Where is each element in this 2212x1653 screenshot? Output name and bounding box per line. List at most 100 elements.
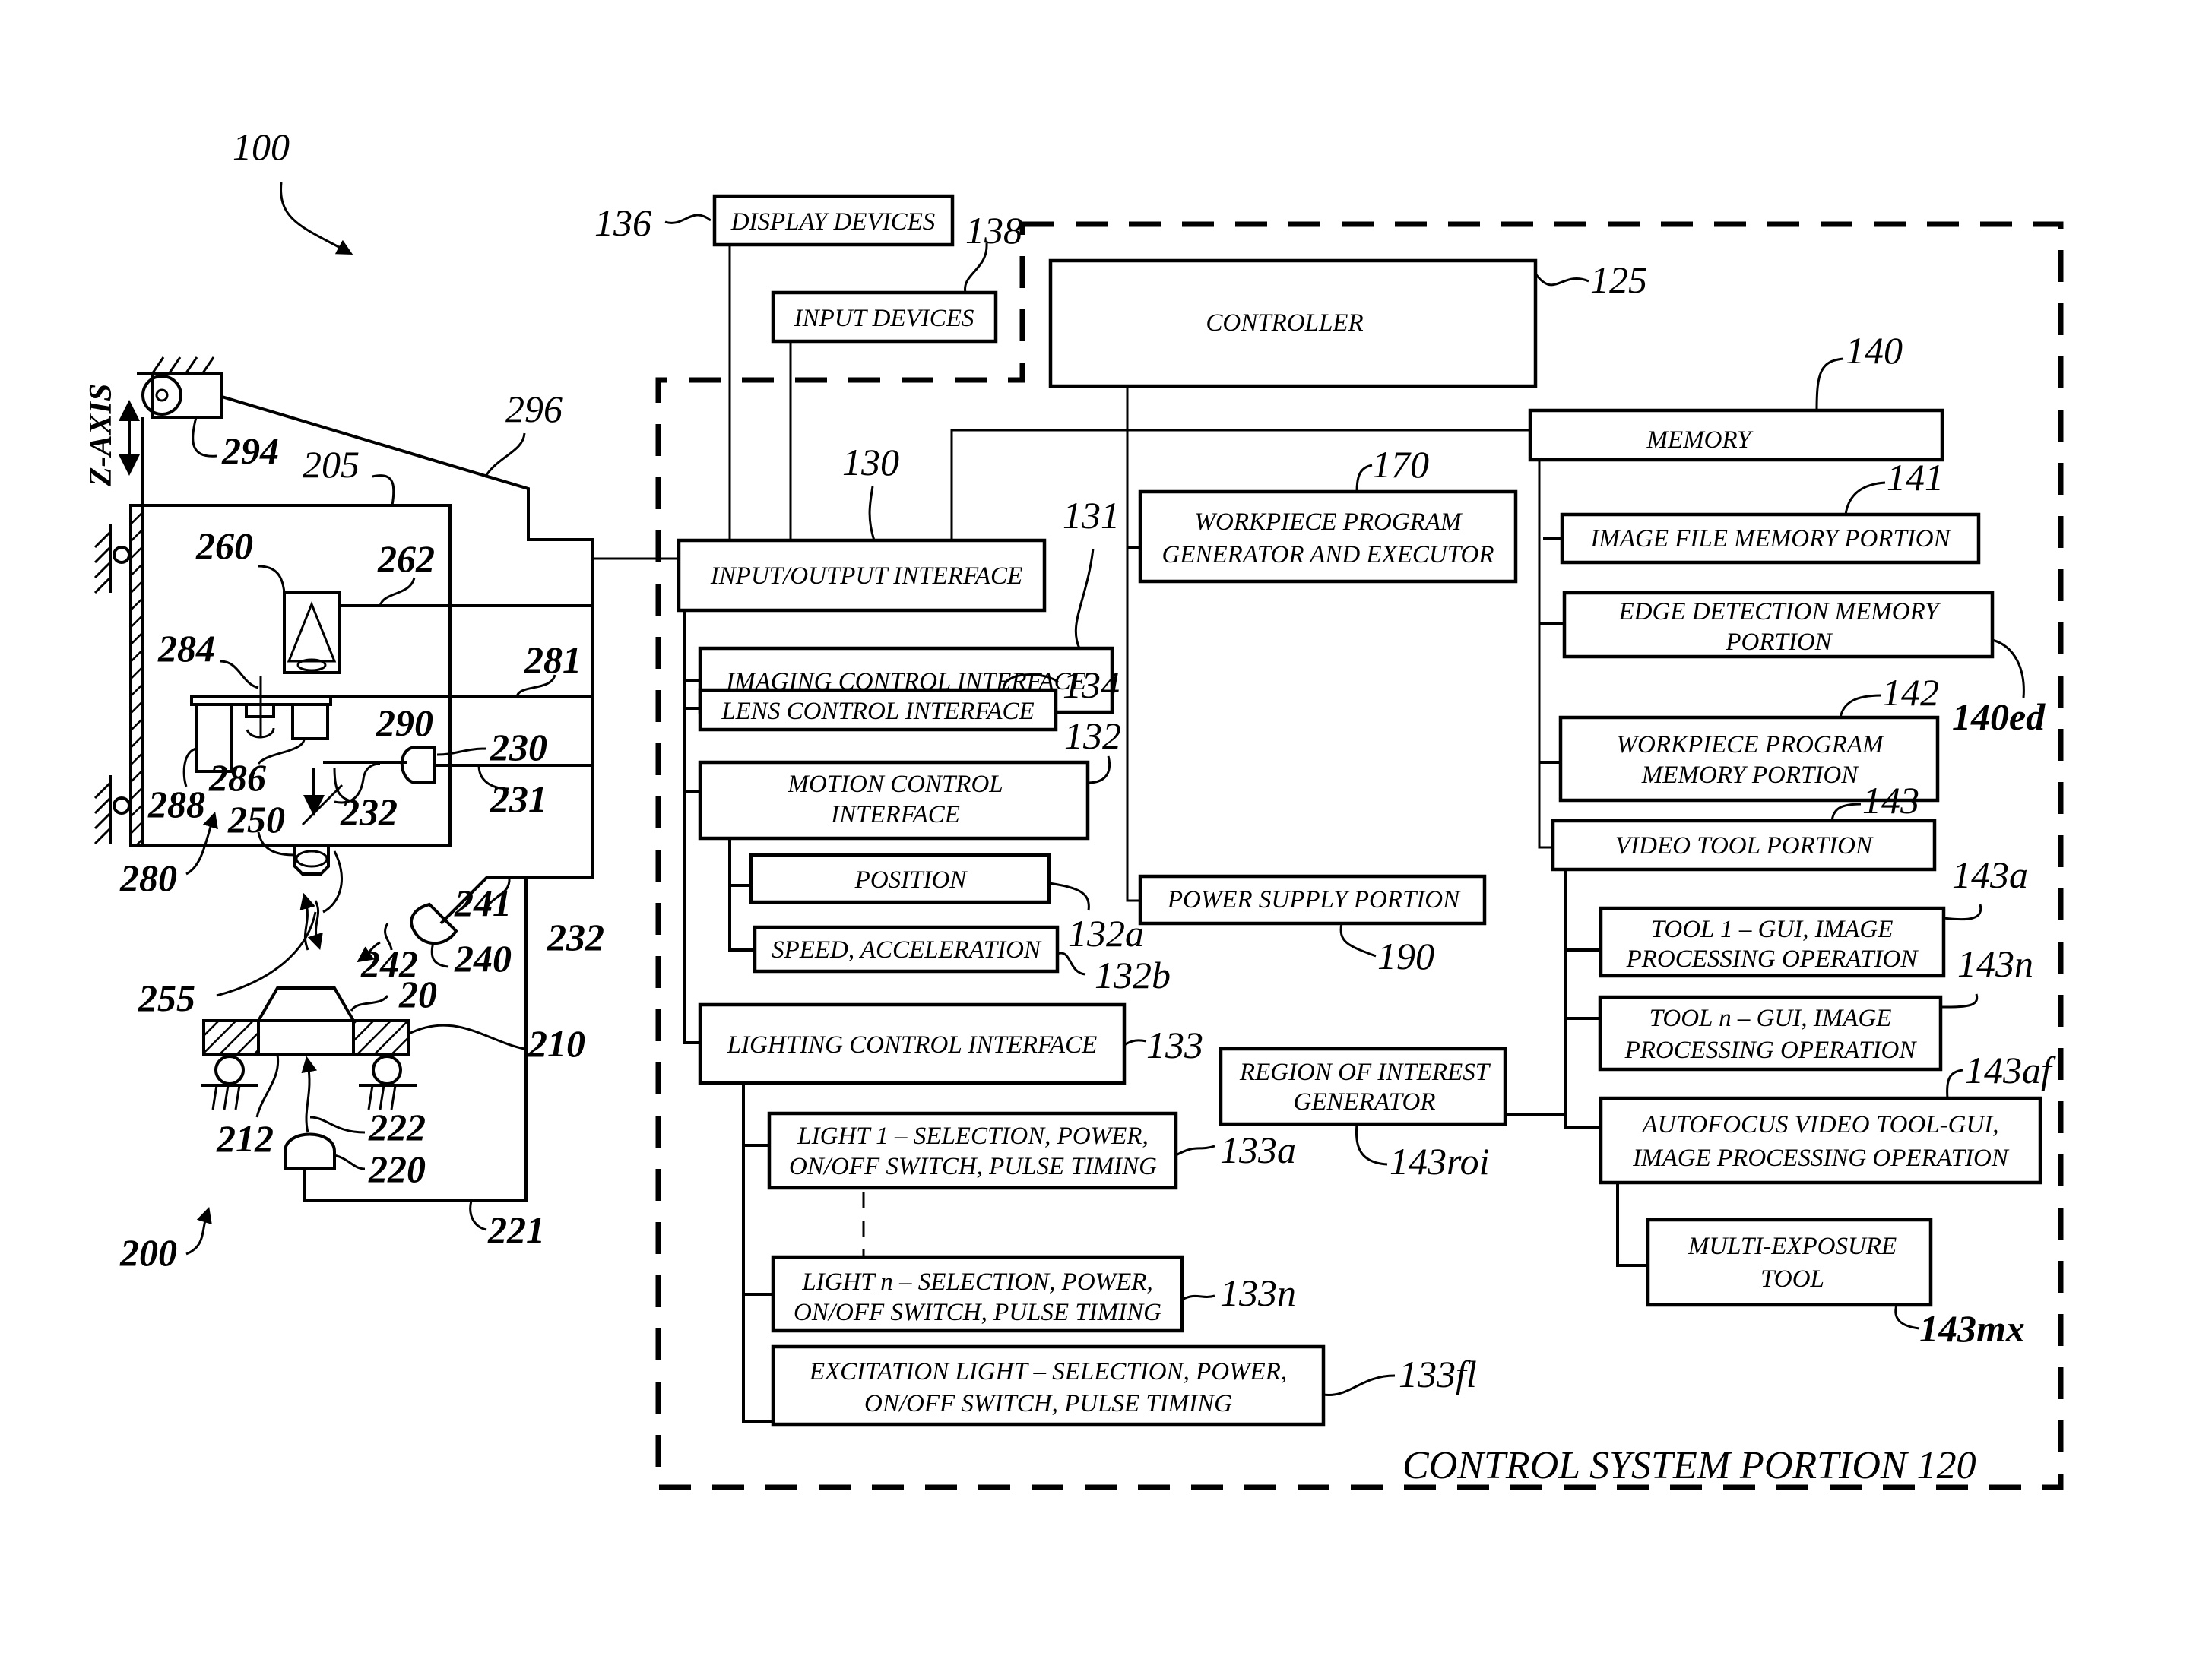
objective-lens: 250 — [227, 798, 330, 876]
ref-294: 294 — [221, 429, 279, 472]
guide-hatch — [93, 530, 112, 594]
ref-134: 134 — [1063, 663, 1120, 706]
leader — [255, 1054, 280, 1118]
tool-n-line1: TOOL n – GUI, IMAGE — [1649, 1005, 1892, 1032]
objective-glass — [295, 850, 328, 868]
multi-exposure-line2: TOOL — [1760, 1265, 1824, 1293]
ref-132: 132 — [1064, 714, 1121, 757]
ref-281: 281 — [524, 638, 582, 681]
image-file-memory-block: IMAGE FILE MEMORY PORTION 141 — [1560, 456, 1981, 565]
autofocus-line2: IMAGE PROCESSING OPERATION — [1632, 1145, 2010, 1172]
leader — [1355, 1123, 1388, 1166]
leader — [1057, 952, 1086, 976]
ref-136: 136 — [594, 201, 651, 244]
ref-141: 141 — [1887, 456, 1944, 499]
coaxial-light-assembly: 290 230 231 232 — [301, 701, 593, 833]
mirror-290 — [301, 784, 344, 826]
position-label: POSITION — [854, 866, 968, 894]
roi-line1: REGION OF INTEREST — [1239, 1059, 1491, 1086]
leader — [220, 660, 259, 689]
leader — [350, 994, 389, 1012]
leader — [1534, 273, 1589, 287]
ref-133a: 133a — [1220, 1129, 1296, 1171]
z-axis-label: Z-AXIS — [84, 384, 119, 487]
workpiece-20 — [257, 986, 355, 1022]
ref-288: 288 — [147, 783, 205, 825]
edge-detection-line2: PORTION — [1725, 629, 1833, 656]
leader — [1074, 548, 1095, 649]
light-1-line2: ON/OFF SWITCH, PULSE TIMING — [789, 1153, 1157, 1180]
excitation-light-line1: EXCITATION LIGHT – SELECTION, POWER, — [809, 1358, 1287, 1385]
lens-control-label: LENS CONTROL INTERFACE — [721, 698, 1034, 725]
pulley-hub — [155, 388, 169, 402]
leader — [1830, 803, 1862, 822]
ref-221: 221 — [487, 1208, 545, 1251]
memory-label: MEMORY — [1646, 426, 1754, 454]
ref-140ed: 140ed — [1952, 695, 2046, 738]
leader — [1181, 1294, 1215, 1301]
link-controller-power — [1126, 386, 1140, 902]
ref-212: 212 — [216, 1117, 274, 1160]
io-interface-label: INPUT/OUTPUT INTERFACE — [710, 562, 1022, 590]
power-supply-block: POWER SUPPLY PORTION 190 — [1138, 874, 1487, 977]
motion-control-block: MOTION CONTROL INTERFACE 132 — [698, 714, 1121, 841]
pointer-arrow — [185, 1206, 212, 1256]
ground-hatch — [211, 1085, 397, 1110]
ref-230: 230 — [490, 726, 547, 768]
ref-280: 280 — [119, 857, 177, 899]
leader — [408, 1024, 525, 1050]
tool-1-line2: PROCESSING OPERATION — [1626, 945, 1919, 973]
video-tool-bus — [1564, 869, 1601, 1129]
ref-125: 125 — [1590, 258, 1647, 301]
leader — [216, 911, 317, 997]
leader — [1946, 1069, 1963, 1099]
io-bus — [683, 610, 700, 1044]
lens-286 — [291, 703, 329, 740]
roi-line2: GENERATOR — [1294, 1088, 1436, 1116]
light-1-line1: LIGHT 1 – SELECTION, POWER, — [797, 1123, 1148, 1150]
ref-143roi: 143roi — [1390, 1140, 1490, 1183]
excitation-light-block: EXCITATION LIGHT – SELECTION, POWER, ON/… — [771, 1344, 1477, 1427]
incident-ray — [307, 900, 323, 951]
wpg-line1: WORKPIECE PROGRAM — [1195, 508, 1463, 536]
light-n-line2: ON/OFF SWITCH, PULSE TIMING — [794, 1299, 1161, 1326]
ref-133fl: 133fl — [1399, 1353, 1477, 1395]
link-multi-exposure — [1616, 1182, 1648, 1267]
ref-label: 100 — [233, 125, 290, 168]
coaxial-light-230 — [400, 746, 436, 784]
stage-light-220 — [284, 1132, 336, 1170]
ref-250: 250 — [227, 798, 285, 841]
stage-light: 222 220 221 — [284, 1056, 545, 1251]
display-devices-label: DISPLAY DEVICES — [730, 208, 936, 236]
leader — [379, 577, 416, 606]
image-file-memory-label: IMAGE FILE MEMORY PORTION — [1589, 525, 1951, 553]
leader — [1355, 464, 1373, 492]
leader — [664, 214, 711, 224]
roller — [113, 796, 131, 815]
motion-control-line1: MOTION CONTROL — [787, 771, 1003, 798]
leader — [1844, 481, 1886, 515]
ref-133: 133 — [1146, 1024, 1203, 1066]
multi-exposure-line1: MULTI-EXPOSURE — [1688, 1233, 1897, 1260]
ref-143: 143 — [1862, 779, 1919, 822]
io-interface-block: INPUT/OUTPUT INTERFACE 130 — [677, 441, 1047, 613]
memory-bus — [1538, 460, 1553, 849]
stage-roller — [372, 1055, 402, 1085]
ref-133n: 133n — [1220, 1271, 1296, 1314]
edge-detection-line1: EDGE DETECTION MEMORY — [1618, 598, 1941, 625]
wpm-line2: MEMORY PORTION — [1641, 762, 1859, 789]
ref-140: 140 — [1846, 329, 1903, 372]
leader — [1992, 638, 2025, 698]
slide-guides — [93, 524, 131, 845]
guide-hatch — [93, 781, 112, 845]
leader — [372, 474, 395, 506]
roller — [113, 546, 131, 564]
leader — [1815, 357, 1844, 411]
controller-block: CONTROLLER 125 — [1048, 258, 1647, 388]
leader — [469, 1200, 487, 1231]
motor-housing — [151, 372, 223, 419]
ref-143mx: 143mx — [1919, 1307, 2025, 1350]
ref-190: 190 — [1377, 935, 1434, 977]
leader — [182, 747, 197, 787]
display-devices-block: DISPLAY DEVICES 136 — [594, 194, 955, 247]
